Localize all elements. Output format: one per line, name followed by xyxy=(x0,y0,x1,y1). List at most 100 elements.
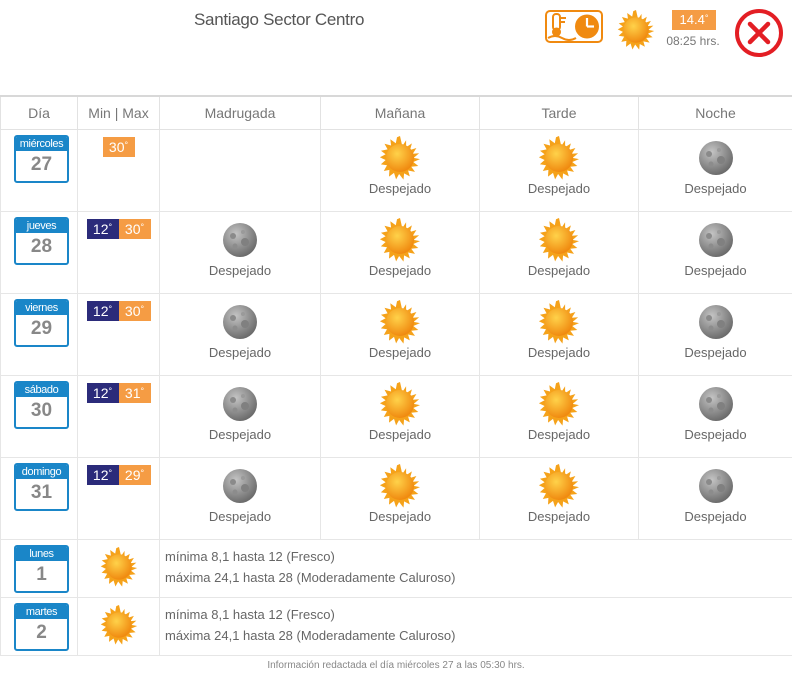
extended-info: mínima 8,1 hasta 12 (Fresco) máxima 24,1 … xyxy=(159,539,792,598)
day-name: domingo xyxy=(16,465,67,479)
date-badge[interactable]: domingo 31 xyxy=(14,463,69,511)
date-badge[interactable]: miércoles 27 xyxy=(14,135,69,183)
condition-text: Despejado xyxy=(368,263,432,278)
day-row: miércoles 27 30° Despejado Despejado Despejad… xyxy=(0,129,792,212)
sun-icon xyxy=(379,300,420,344)
date-cell: domingo 31 xyxy=(0,457,78,540)
date-badge[interactable]: lunes 1 xyxy=(14,545,69,593)
max-temp: 30° xyxy=(118,301,151,321)
max-temp: 30° xyxy=(102,137,135,157)
footer-note: Información redactada el día miércoles 2… xyxy=(267,660,525,671)
history-clock-icon[interactable] xyxy=(545,10,603,43)
max-range-text: máxima 24,1 hasta 28 (Moderadamente Calu… xyxy=(165,628,456,643)
sun-icon xyxy=(379,382,420,426)
date-badge[interactable]: viernes 29 xyxy=(14,299,69,347)
date-badge[interactable]: jueves 28 xyxy=(14,217,69,265)
condition-text: Despejado xyxy=(684,345,747,360)
moon-icon xyxy=(698,305,733,339)
sun-icon xyxy=(538,382,579,426)
moon-icon xyxy=(698,387,733,421)
date-badge[interactable]: martes 2 xyxy=(14,603,69,651)
forecast-table: Día Min | Max Madrugada Mañana Tarde Noc… xyxy=(0,95,792,656)
header: Santiago Sector Centro 14.4° 08:25 hrs. xyxy=(0,0,792,95)
minmax-cell: 12° 31° xyxy=(77,375,160,458)
location-title: Santiago Sector Centro xyxy=(194,10,365,29)
period-cell: Despejado xyxy=(320,129,480,212)
condition-text: Despejado xyxy=(684,427,747,442)
condition-text: Despejado xyxy=(527,427,591,442)
col-header-madrugada: Madrugada xyxy=(159,95,321,130)
period-cell: Despejado xyxy=(320,375,480,458)
moon-icon xyxy=(223,387,257,421)
icon-cell xyxy=(77,597,160,656)
period-cell: Despejado xyxy=(638,129,792,212)
min-temp: 12° xyxy=(86,301,119,321)
day-number: 31 xyxy=(30,482,53,503)
period-cell: Despejado xyxy=(638,293,792,376)
condition-text: Despejado xyxy=(527,345,591,360)
extended-day-row: lunes 1 mínima 8,1 hasta 12 (Fresco) máxima… xyxy=(0,539,792,598)
col-header-manana: Mañana xyxy=(320,95,480,130)
condition-text: Despejado xyxy=(527,263,591,278)
date-badge[interactable]: sábado 30 xyxy=(14,381,69,429)
minmax-cell: 12° 30° xyxy=(77,293,160,376)
min-temp: 12° xyxy=(86,383,119,403)
condition-text: Despejado xyxy=(208,345,272,360)
day-row: jueves 28 12° 30° Despejado Despejado Despejad… xyxy=(0,211,792,294)
condition-text: Despejado xyxy=(527,181,591,196)
forecast-header-row: Día Min | Max Madrugada Mañana Tarde Noc… xyxy=(0,95,792,130)
min-temp: 12° xyxy=(86,465,119,485)
current-sun-icon xyxy=(617,10,655,50)
extended-info: mínima 8,1 hasta 12 (Fresco) máxima 24,1 … xyxy=(159,597,792,656)
period-cell: Despejado xyxy=(320,457,480,540)
day-number: 27 xyxy=(30,154,53,175)
moon-icon xyxy=(698,141,733,175)
period-cell: Despejado xyxy=(159,211,321,294)
sun-icon xyxy=(379,136,420,180)
condition-text: Despejado xyxy=(208,427,272,442)
moon-icon xyxy=(698,469,733,503)
moon-icon xyxy=(223,469,257,503)
day-number: 30 xyxy=(30,400,53,421)
condition-text: Despejado xyxy=(368,509,432,524)
minmax-cell: 12° 29° xyxy=(77,457,160,540)
condition-text: Despejado xyxy=(527,509,591,524)
icon-cell xyxy=(77,539,160,598)
minmax-cell: 30° xyxy=(77,129,160,212)
min-range-text: mínima 8,1 hasta 12 (Fresco) xyxy=(165,549,335,564)
minmax-cell: 12° 30° xyxy=(77,211,160,294)
condition-text: Despejado xyxy=(208,263,272,278)
col-header-minmax: Min | Max xyxy=(77,95,160,130)
period-cell: Despejado xyxy=(638,457,792,540)
max-temp: 29° xyxy=(118,465,151,485)
date-cell: sábado 30 xyxy=(0,375,78,458)
period-cell: Despejado xyxy=(479,129,639,212)
sun-icon xyxy=(100,605,137,645)
day-number: 28 xyxy=(30,236,53,257)
date-cell: viernes 29 xyxy=(0,293,78,376)
period-cell: Despejado xyxy=(320,211,480,294)
col-header-tarde: Tarde xyxy=(479,95,639,130)
day-row: sábado 30 12° 31° Despejado Despejado Despejad… xyxy=(0,375,792,458)
max-range-text: máxima 24,1 hasta 28 (Moderadamente Calu… xyxy=(165,570,456,585)
date-cell: miércoles 27 xyxy=(0,129,78,212)
period-cell: Despejado xyxy=(479,293,639,376)
day-name: martes xyxy=(16,605,67,619)
day-row: domingo 31 12° 29° Despejado Despejado Despeja… xyxy=(0,457,792,540)
moon-icon xyxy=(223,305,257,339)
condition-text: Despejado xyxy=(684,181,747,196)
sun-icon xyxy=(379,464,420,508)
period-cell: Despejado xyxy=(479,375,639,458)
sun-icon xyxy=(538,300,579,344)
day-number: 1 xyxy=(36,564,47,585)
condition-text: Despejado xyxy=(684,263,747,278)
date-cell: jueves 28 xyxy=(0,211,78,294)
moon-icon xyxy=(698,223,733,257)
current-temperature: 14.4° xyxy=(672,10,716,30)
close-button[interactable] xyxy=(734,8,784,58)
moon-icon xyxy=(223,223,257,257)
date-cell: martes 2 xyxy=(0,597,78,656)
period-cell: Despejado xyxy=(159,293,321,376)
condition-text: Despejado xyxy=(368,427,432,442)
col-header-day: Día xyxy=(0,95,78,130)
